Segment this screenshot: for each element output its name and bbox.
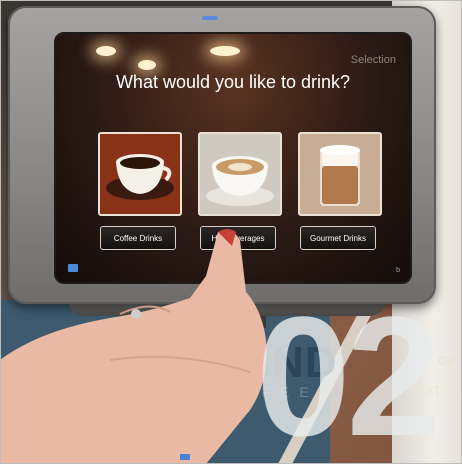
- overlay-number: 02: [256, 282, 441, 464]
- status-light-icon: [180, 454, 190, 460]
- photo-scene: RIND OFFEE GR TEXT US Selection What wou…: [0, 0, 462, 464]
- ring-icon: [131, 309, 141, 319]
